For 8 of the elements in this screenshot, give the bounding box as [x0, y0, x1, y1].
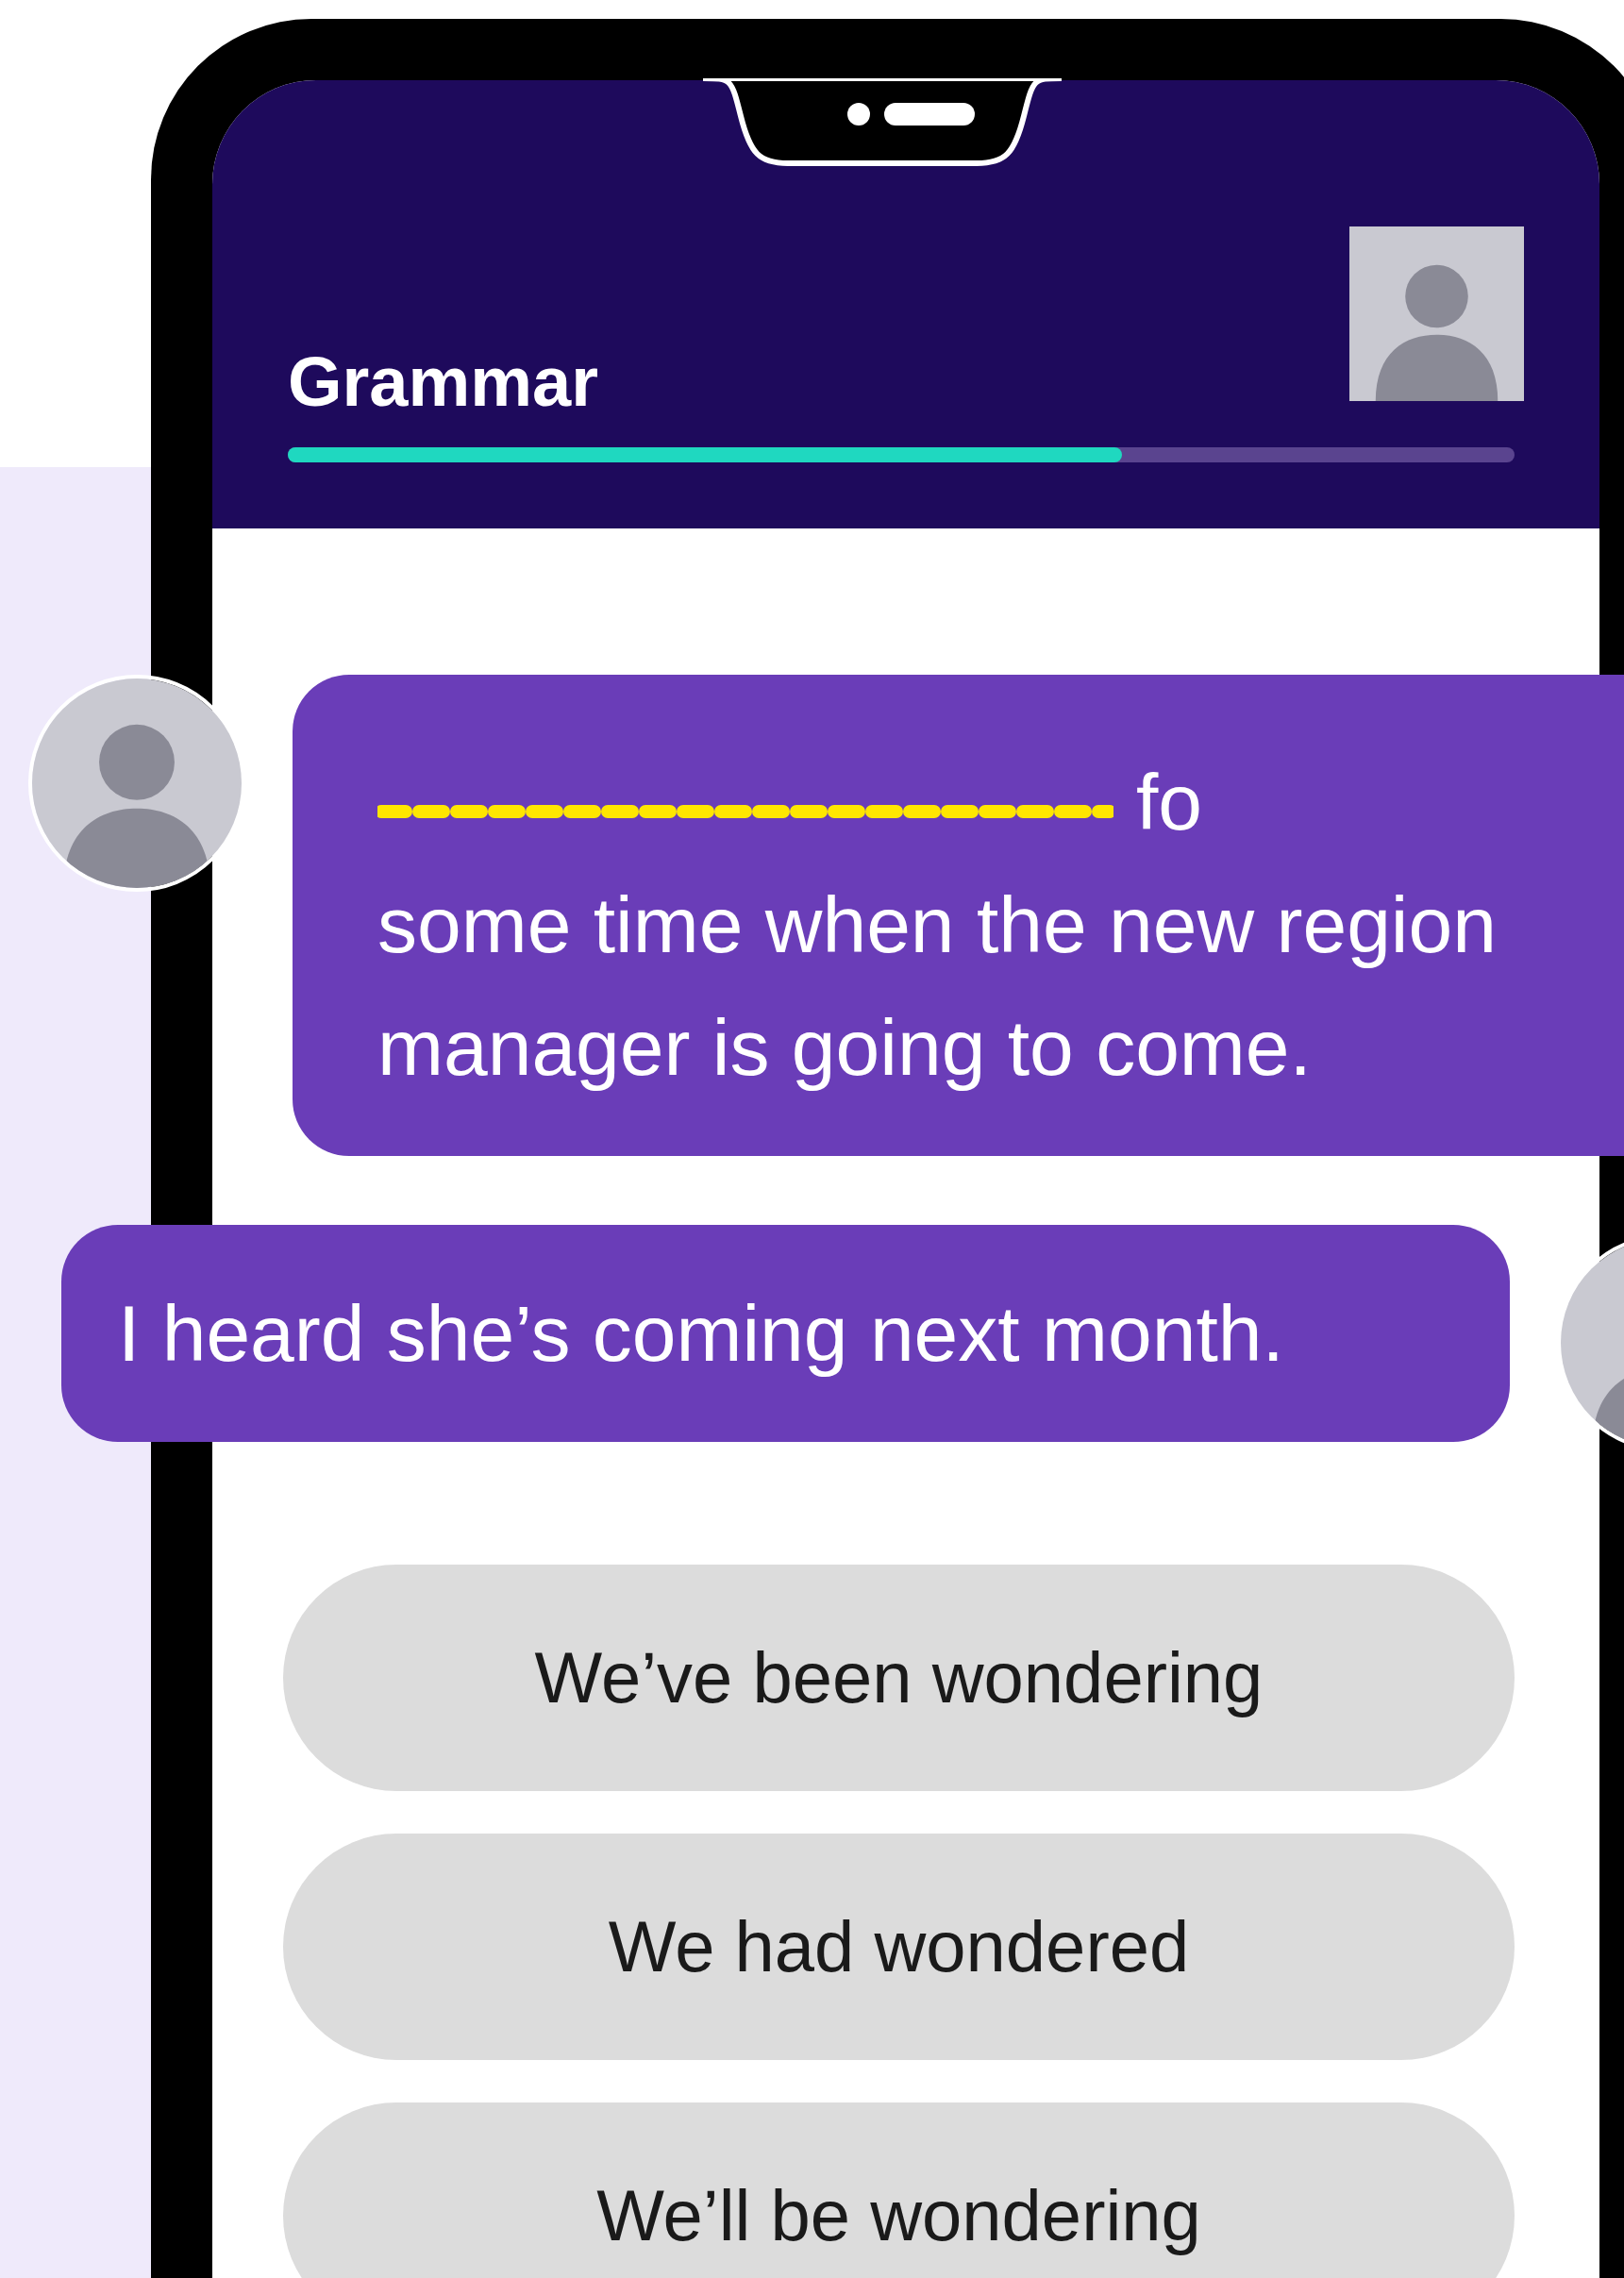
message-text: manager is going to come.: [377, 1002, 1313, 1094]
answer-option[interactable]: We’ve been wondering: [283, 1565, 1515, 1791]
answer-option[interactable]: We’ll be wondering: [283, 2102, 1515, 2278]
message-text: some time when the new region: [377, 879, 1498, 971]
answer-option[interactable]: We had wondered: [283, 1834, 1515, 2060]
lesson-title: Grammar: [288, 342, 599, 423]
message-text: fo: [1136, 757, 1203, 848]
message-text: I heard she’s coming next month.: [118, 1288, 1285, 1380]
